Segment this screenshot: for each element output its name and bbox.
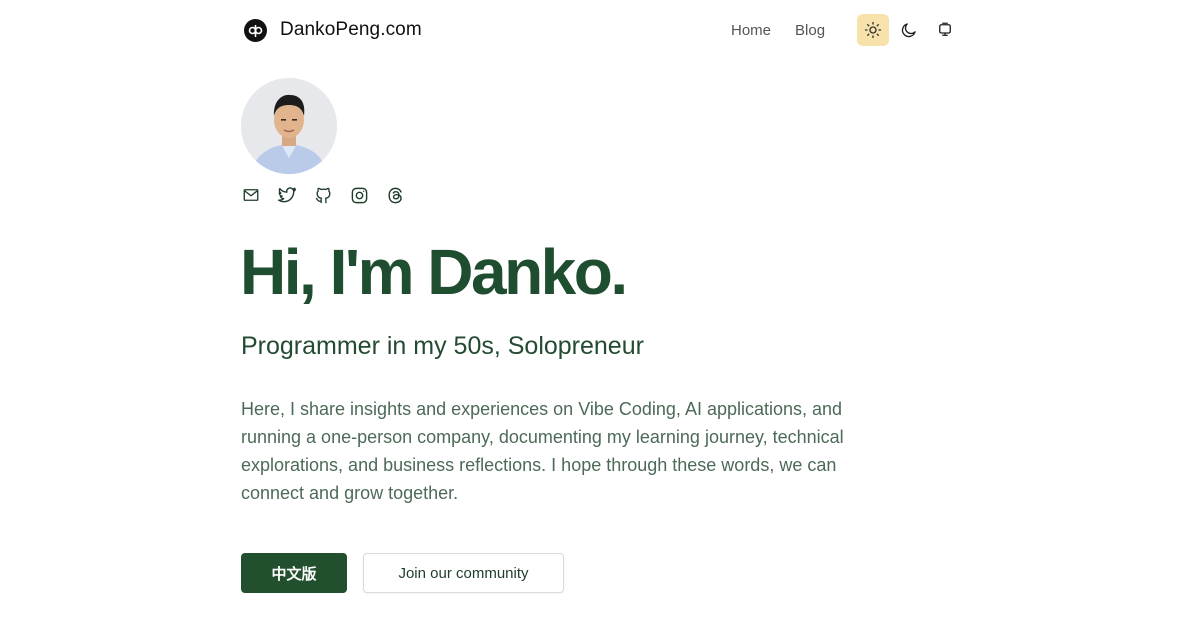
- light-theme-button[interactable]: [857, 14, 890, 46]
- main-nav: Home Blog: [731, 12, 965, 48]
- github-link[interactable]: [313, 184, 333, 206]
- hero-title: Hi, I'm Danko.: [240, 236, 628, 308]
- brand-name: DankoPeng.com: [280, 19, 422, 40]
- brand-link[interactable]: DankoPeng.com: [244, 12, 422, 48]
- mail-link[interactable]: [241, 184, 261, 206]
- social-links: [241, 184, 421, 206]
- page: DankoPeng.com Home Blog Hi, I'm Danko. P…: [0, 0, 1200, 630]
- threads-icon: [387, 187, 402, 203]
- instagram-icon: [351, 187, 367, 203]
- nav-blog-link[interactable]: Blog: [795, 22, 825, 39]
- system-theme-button[interactable]: [929, 14, 961, 46]
- sun-icon: [864, 21, 882, 39]
- join-community-button[interactable]: Join our community: [363, 553, 564, 593]
- threads-link[interactable]: [385, 184, 405, 206]
- site-header: DankoPeng.com Home Blog: [244, 12, 958, 48]
- dp-logo-icon: [244, 18, 267, 42]
- hero-subtitle: Programmer in my 50s, Solopreneur: [241, 332, 644, 360]
- monitor-icon: [939, 22, 951, 36]
- moon-icon: [901, 23, 916, 38]
- github-icon: [315, 187, 331, 203]
- twitter-link[interactable]: [277, 184, 297, 206]
- twitter-icon: [277, 187, 297, 203]
- chinese-version-button[interactable]: 中文版: [241, 553, 347, 593]
- nav-home-link[interactable]: Home: [731, 22, 771, 39]
- instagram-link[interactable]: [349, 184, 369, 206]
- mail-icon: [243, 189, 259, 201]
- hero-description: Here, I share insights and experiences o…: [241, 399, 844, 503]
- avatar-photo: [241, 78, 337, 174]
- dark-theme-button[interactable]: [893, 14, 925, 46]
